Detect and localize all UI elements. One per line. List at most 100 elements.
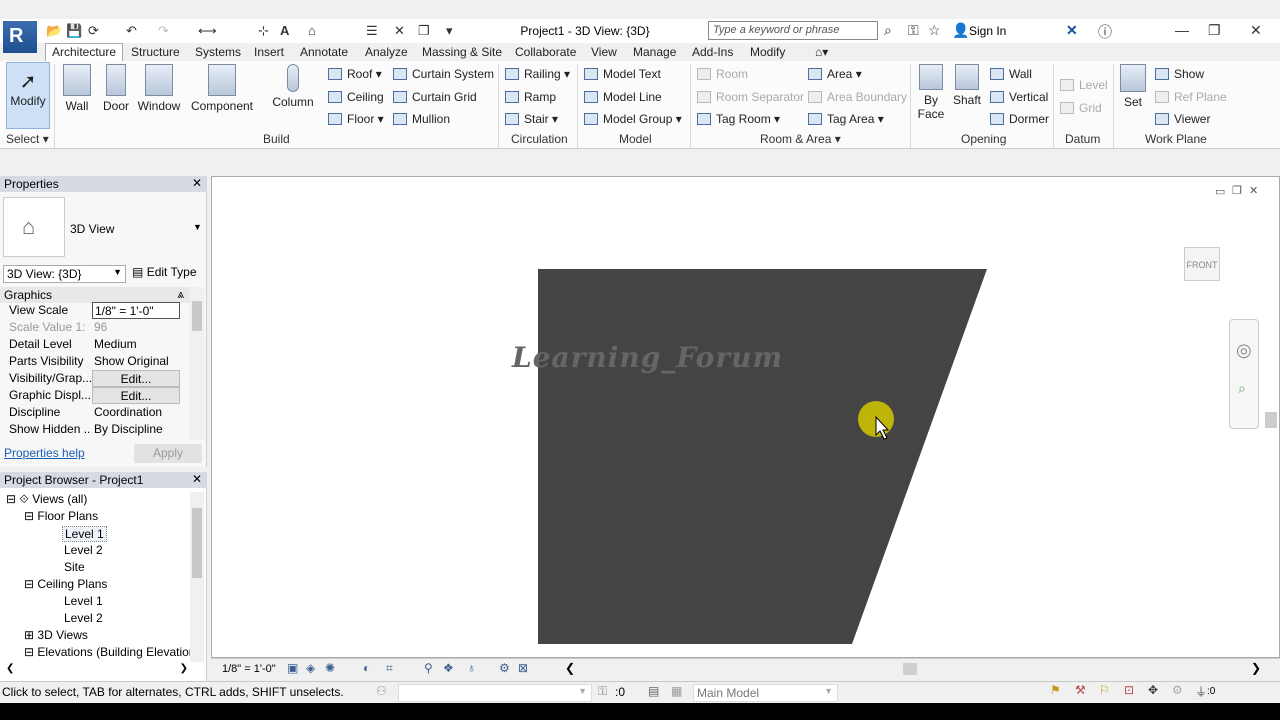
tree-item[interactable]: ⊟ Floor Plans	[24, 509, 98, 523]
text-icon[interactable]: A	[280, 23, 289, 39]
thin-lines-icon[interactable]: ☰	[366, 23, 378, 39]
apply-button[interactable]: Apply	[134, 444, 202, 463]
edit-type-button[interactable]: ▤ Edit Type	[132, 265, 197, 279]
tab-systems[interactable]: Systems	[195, 45, 241, 59]
workset-dropdown[interactable]: ▼	[398, 684, 592, 702]
crop-view-icon[interactable]: ⌗	[386, 661, 393, 676]
close-hidden-icon[interactable]: ✕	[394, 23, 405, 39]
component-button[interactable]: Component	[190, 64, 254, 113]
roof-shape[interactable]	[538, 269, 987, 644]
dimension-icon[interactable]: ⊹	[258, 23, 269, 39]
select-pinned-icon[interactable]: ⚐	[1099, 683, 1110, 697]
constraints-icon[interactable]: ⊠	[518, 661, 528, 675]
tree-item[interactable]: ⊞ 3D Views	[24, 628, 88, 642]
hscroll-thumb[interactable]	[903, 663, 917, 675]
scroll-left-icon[interactable]: ❮	[565, 661, 575, 675]
workset-icon[interactable]: ⚇	[376, 684, 387, 698]
minimize-icon[interactable]: —	[1175, 22, 1189, 38]
shaft-button[interactable]: Shaft	[951, 64, 983, 107]
property-row[interactable]: Parts Visibility Show Original	[3, 353, 187, 370]
curtain-system-button[interactable]: Curtain System	[393, 67, 494, 81]
visual-style-icon[interactable]: ◈	[306, 661, 315, 675]
browser-scrollbar[interactable]	[190, 492, 204, 662]
room-button[interactable]: Room	[697, 67, 748, 81]
user-icon[interactable]: 👤	[952, 22, 969, 39]
ref-plane-button[interactable]: Ref Plane	[1155, 90, 1227, 104]
3d-view-icon[interactable]: ⌂	[308, 23, 316, 39]
property-row[interactable]: Discipline Coordination	[3, 404, 187, 421]
set-button[interactable]: Set	[1118, 64, 1148, 109]
select-underlay-icon[interactable]: ⚒	[1075, 683, 1086, 697]
design-option-dropdown[interactable]: Main Model ▼	[693, 684, 838, 702]
tab-massing-site[interactable]: Massing & Site	[422, 45, 502, 59]
tag-room-button[interactable]: Tag Room ▾	[697, 112, 780, 126]
redo-icon[interactable]: ↷	[158, 23, 169, 39]
reveal-hidden-icon[interactable]: ♁	[467, 661, 476, 675]
app-menu-button[interactable]: R	[3, 21, 37, 53]
vg-edit-button[interactable]: Edit...	[92, 370, 180, 387]
close-icon[interactable]: ✕	[192, 472, 202, 486]
railing-button[interactable]: Railing ▾	[505, 67, 570, 81]
qat-dropdown-icon[interactable]: ▾	[446, 23, 453, 39]
steering-wheel-icon[interactable]: ◎	[1236, 340, 1252, 361]
wall-opening-button[interactable]: Wall	[990, 67, 1032, 81]
view-selector[interactable]: 3D View: {3D} ▼	[3, 265, 126, 283]
viewcube[interactable]: FRONT	[1184, 247, 1220, 281]
open-icon[interactable]: 📂	[46, 23, 62, 39]
area-boundary-button[interactable]: Area Boundary	[808, 90, 907, 104]
floor-button[interactable]: Floor ▾	[328, 112, 384, 126]
mullion-button[interactable]: Mullion	[393, 112, 450, 126]
sun-path-icon[interactable]: ✺	[325, 661, 335, 675]
view-scale-field[interactable]: 1/8" = 1'-0"	[92, 302, 180, 319]
tab-architecture[interactable]: Architecture	[45, 43, 124, 62]
show-workplane-button[interactable]: Show	[1155, 67, 1204, 81]
tab-modify[interactable]: Modify	[750, 45, 785, 59]
search-input[interactable]: Type a keyword or phrase	[708, 21, 878, 40]
properties-scrollbar[interactable]	[190, 287, 204, 440]
vertical-opening-button[interactable]: Vertical	[990, 90, 1048, 104]
door-button[interactable]: Door	[102, 64, 130, 113]
tab-analyze[interactable]: Analyze	[365, 45, 408, 59]
shadows-icon[interactable]: ◐	[363, 661, 370, 675]
tag-area-button[interactable]: Tag Area ▾	[808, 112, 884, 126]
ceiling-button[interactable]: Ceiling	[328, 90, 384, 104]
lock-view-icon[interactable]: ⚲	[424, 661, 433, 675]
select-panel-label[interactable]: Select ▾	[6, 132, 49, 146]
editable-only-icon[interactable]: ⚿	[598, 684, 607, 699]
model-text-button[interactable]: Model Text	[584, 67, 661, 81]
tab-extra-icon[interactable]: ⌂▾	[815, 45, 828, 59]
help-icon[interactable]: ⓘ	[1098, 22, 1112, 42]
canvas-scrollbar-thumb[interactable]	[1265, 412, 1277, 428]
graphics-group-header[interactable]: Graphics ⩓	[0, 287, 190, 303]
tree-item[interactable]: ⊟ Elevations (Building Elevation	[24, 645, 190, 659]
undo-icon[interactable]: ↶	[126, 23, 137, 39]
ramp-button[interactable]: Ramp	[505, 90, 556, 104]
property-row[interactable]: Detail Level Medium	[3, 336, 187, 353]
drag-elements-icon[interactable]: ✥	[1148, 683, 1158, 697]
zoom-icon[interactable]: ⌕	[1238, 380, 1246, 397]
type-dropdown-icon[interactable]: ▼	[193, 222, 202, 232]
view-minimize-icon[interactable]: ▭	[1215, 185, 1225, 198]
modify-button[interactable]: ➚ Modify	[6, 62, 50, 129]
view-close-icon[interactable]: ✕	[1249, 184, 1258, 197]
tab-view[interactable]: View	[591, 45, 617, 59]
design-options-icon[interactable]: ▤	[648, 684, 659, 698]
star-icon[interactable]: ☆	[928, 22, 941, 39]
close-icon[interactable]: ✕	[192, 176, 202, 190]
tree-item-selected[interactable]: Level 1	[62, 526, 107, 542]
view-restore-icon[interactable]: ❐	[1232, 184, 1242, 197]
view-scale[interactable]: 1/8" = 1'-0"	[222, 663, 276, 675]
window-button[interactable]: Window	[137, 64, 181, 113]
wall-button[interactable]: Wall	[62, 64, 92, 113]
roof-button[interactable]: Roof ▾	[328, 67, 382, 81]
tree-item[interactable]: ⊟ ⟐ Views (all)	[6, 492, 87, 507]
save-icon[interactable]: 💾	[66, 23, 82, 39]
analytical-model-icon[interactable]: ⚙	[499, 661, 510, 675]
select-by-face-icon[interactable]: ⊡	[1124, 683, 1134, 697]
level-button[interactable]: Level	[1060, 78, 1108, 92]
sync-icon[interactable]: ⟳	[88, 23, 99, 39]
binoculars-icon[interactable]: ⌕	[884, 22, 892, 39]
measure-icon[interactable]: ⟷	[198, 23, 217, 39]
tree-item[interactable]: Level 2	[64, 543, 103, 557]
select-links-icon[interactable]: ⚑	[1050, 683, 1061, 697]
